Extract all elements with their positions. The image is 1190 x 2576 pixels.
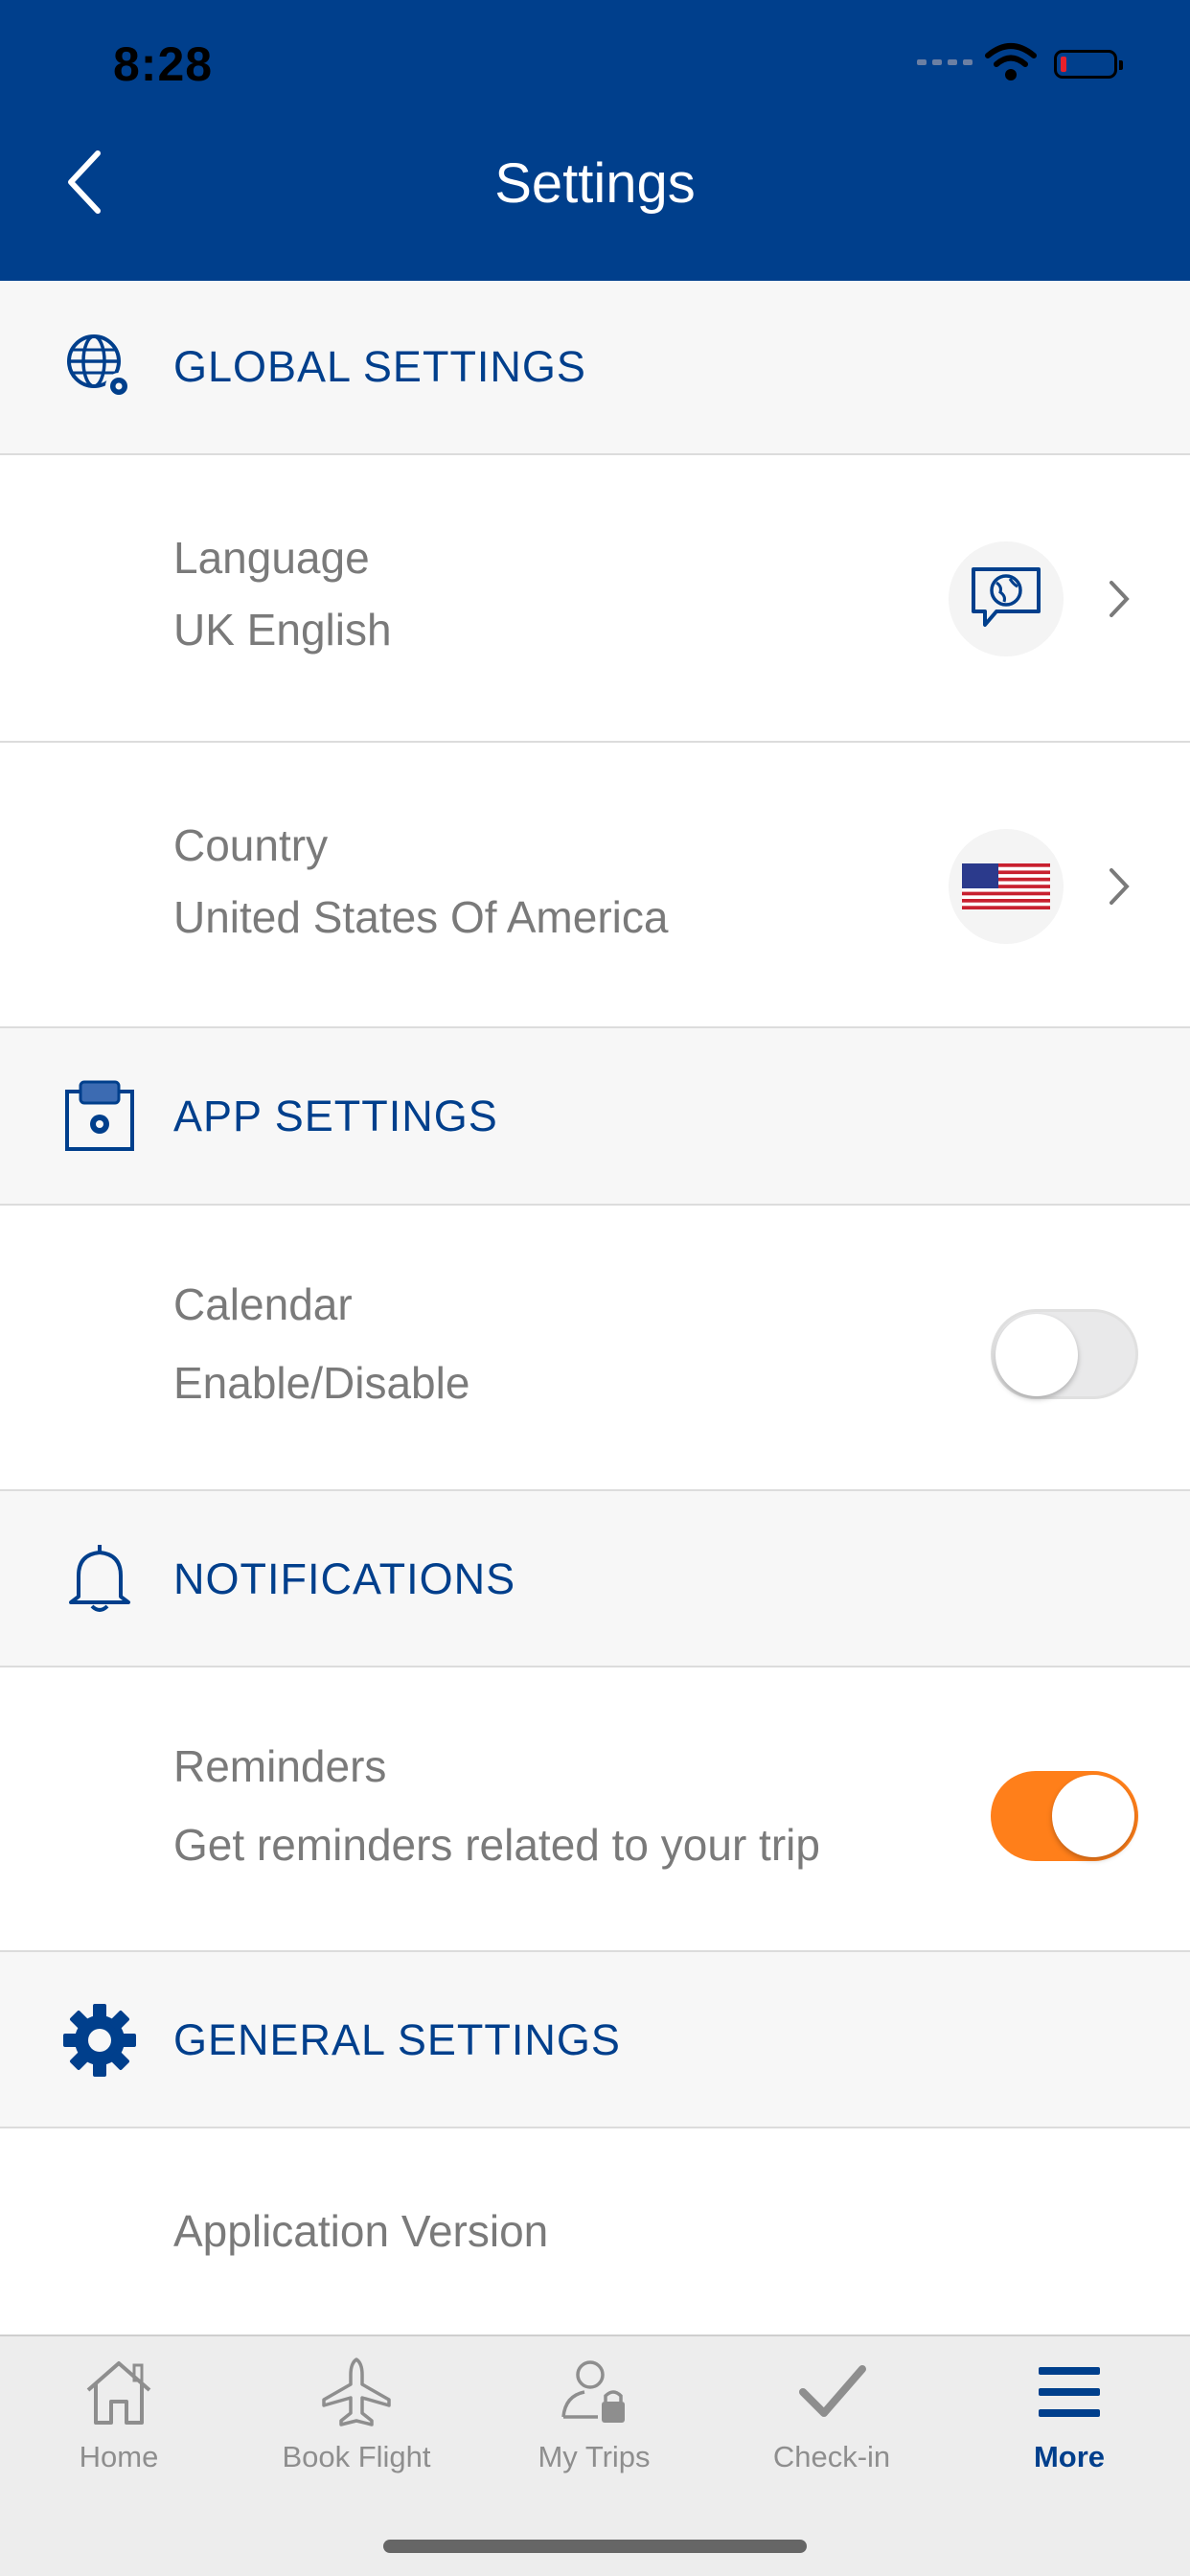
tab-label: Book Flight xyxy=(282,2440,431,2473)
section-global-settings: GLOBAL SETTINGS xyxy=(0,281,1190,455)
home-indicator[interactable] xyxy=(383,2540,807,2553)
globe-gear-icon xyxy=(67,334,132,400)
toggle-knob xyxy=(995,1314,1078,1396)
page-title: Settings xyxy=(494,152,696,215)
tab-label: My Trips xyxy=(538,2440,651,2473)
section-title: NOTIFICATIONS xyxy=(173,1554,516,1603)
tab-home[interactable]: Home xyxy=(0,2336,238,2490)
app-version-label: Application Version xyxy=(173,2206,549,2256)
chevron-right-icon xyxy=(1110,868,1130,905)
calendar-value: Enable/Disable xyxy=(173,1358,470,1408)
bell-icon xyxy=(69,1545,130,1612)
app-version-row: Application Version xyxy=(0,2128,1190,2334)
tab-label: Home xyxy=(79,2440,159,2473)
section-title: GLOBAL SETTINGS xyxy=(173,342,586,391)
reminders-toggle[interactable] xyxy=(991,1771,1138,1861)
section-app-settings: APP SETTINGS xyxy=(0,1028,1190,1206)
us-flag-icon xyxy=(962,863,1050,909)
reminders-label: Reminders xyxy=(173,1741,387,1791)
menu-icon xyxy=(1039,2367,1100,2417)
plane-icon xyxy=(322,2358,391,2426)
reminders-value: Get reminders related to your trip xyxy=(173,1820,820,1870)
wifi-icon xyxy=(985,43,1037,80)
check-icon xyxy=(799,2365,866,2417)
section-title: APP SETTINGS xyxy=(173,1092,498,1140)
section-general-settings: GENERAL SETTINGS xyxy=(0,1952,1190,2128)
tab-book-flight[interactable]: Book Flight xyxy=(238,2336,475,2490)
tab-label: Check-in xyxy=(772,2440,891,2473)
section-notifications: NOTIFICATIONS xyxy=(0,1491,1190,1668)
home-icon xyxy=(86,2361,151,2425)
language-value: UK English xyxy=(173,605,392,655)
toggle-knob xyxy=(1052,1775,1134,1857)
language-label: Language xyxy=(173,533,370,583)
status-time: 8:28 xyxy=(113,37,214,91)
country-row[interactable]: Country United States Of America xyxy=(0,743,1190,1028)
user-lock-icon xyxy=(561,2360,625,2423)
app-settings-icon xyxy=(65,1080,134,1151)
country-icon-badge xyxy=(949,829,1064,944)
globe-speech-bubble-icon xyxy=(972,567,1041,627)
language-icon-badge xyxy=(949,541,1064,656)
calendar-label: Calendar xyxy=(173,1279,353,1329)
cellular-signal-icon xyxy=(917,59,973,65)
tab-more[interactable]: More xyxy=(950,2336,1188,2490)
gear-icon xyxy=(63,2004,136,2077)
country-value: United States Of America xyxy=(173,892,669,942)
chevron-right-icon xyxy=(1110,581,1130,617)
language-row[interactable]: Language UK English xyxy=(0,455,1190,743)
battery-icon xyxy=(1054,50,1123,79)
top-app-bar: 8:28 Settings xyxy=(0,0,1190,281)
reminders-row: Reminders Get reminders related to your … xyxy=(0,1668,1190,1952)
country-label: Country xyxy=(173,820,329,870)
tab-label: More xyxy=(1033,2440,1106,2473)
section-title: GENERAL SETTINGS xyxy=(173,2015,621,2064)
tab-check-in[interactable]: Check-in xyxy=(713,2336,950,2490)
calendar-row: Calendar Enable/Disable xyxy=(0,1206,1190,1491)
tab-my-trips[interactable]: My Trips xyxy=(475,2336,713,2490)
calendar-toggle[interactable] xyxy=(991,1309,1138,1399)
